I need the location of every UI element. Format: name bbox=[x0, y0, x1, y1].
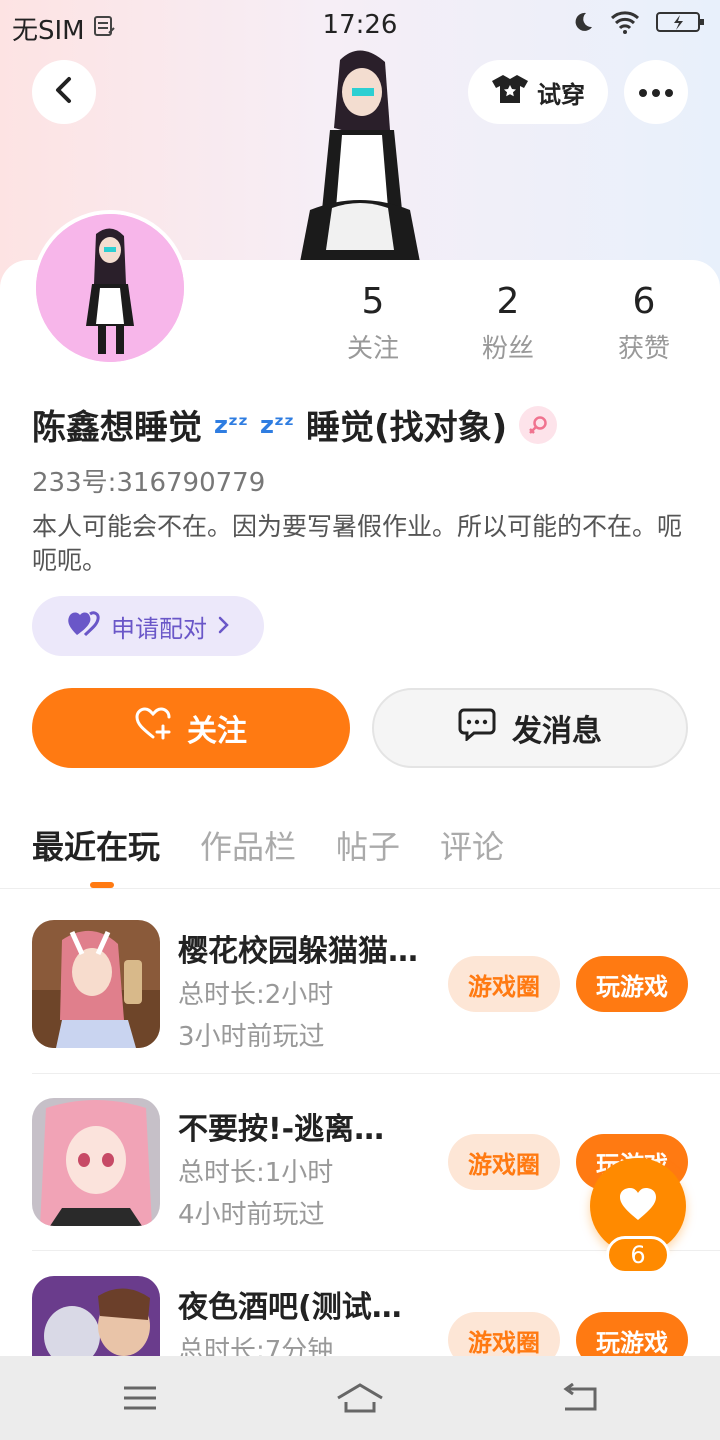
try-on-label: 试穿 bbox=[537, 80, 585, 109]
heart-icon bbox=[618, 1186, 658, 1226]
back-nav-icon[interactable] bbox=[560, 1380, 600, 1416]
apply-pairing-label: 申请配对 bbox=[111, 614, 207, 643]
heart-plus-icon bbox=[135, 707, 173, 749]
fans-count: 2 bbox=[496, 281, 520, 322]
game-name: 樱花校园躲猫猫… bbox=[178, 934, 418, 969]
wifi-icon bbox=[610, 10, 640, 41]
play-duration: 总时长:1小时 bbox=[178, 1158, 334, 1188]
likes-label: 获赞 bbox=[617, 334, 670, 364]
tabs-divider bbox=[0, 888, 720, 889]
following-label: 关注 bbox=[346, 334, 399, 364]
nickname-part-2: 睡觉(找对象) bbox=[306, 408, 508, 448]
sleep-emoji-2: zᶻᶻ bbox=[260, 410, 295, 439]
stat-likes[interactable]: 6 获赞 bbox=[589, 280, 699, 365]
game-name: 不要按!-逃离… bbox=[178, 1112, 385, 1147]
tab-recently-played[interactable]: 最近在玩 bbox=[32, 822, 160, 868]
game-thumbnail[interactable] bbox=[32, 920, 160, 1048]
back-button[interactable] bbox=[32, 60, 96, 124]
play-game-button[interactable]: 玩游戏 bbox=[576, 956, 688, 1012]
following-count: 5 bbox=[361, 281, 385, 322]
apply-pairing-button[interactable]: 申请配对 bbox=[32, 596, 264, 656]
send-message-label: 发消息 bbox=[512, 714, 602, 749]
stat-fans[interactable]: 2 粉丝 bbox=[453, 280, 563, 365]
menu-icon[interactable] bbox=[120, 1380, 160, 1416]
pair-heart-icon bbox=[67, 609, 101, 643]
user-id: 233号:316790779 bbox=[32, 462, 265, 499]
list-item[interactable]: 樱花校园躲猫猫… 总时长:2小时 3小时前玩过 游戏圈 玩游戏 bbox=[0, 920, 720, 1096]
user-id-label: 233号: bbox=[32, 468, 117, 498]
like-count-badge: 6 bbox=[606, 1236, 670, 1274]
game-thumbnail[interactable] bbox=[32, 1098, 160, 1226]
tab-comments[interactable]: 评论 bbox=[440, 822, 504, 868]
game-name: 夜色酒吧(测试… bbox=[178, 1290, 402, 1325]
row-divider bbox=[32, 1073, 720, 1074]
female-icon bbox=[519, 405, 558, 444]
likes-count: 6 bbox=[632, 281, 656, 322]
nickname-part-1: 陈鑫想睡觉 bbox=[32, 408, 202, 448]
tab-works[interactable]: 作品栏 bbox=[200, 822, 296, 868]
chevron-left-icon bbox=[52, 76, 76, 108]
stat-following[interactable]: 5 关注 bbox=[318, 280, 428, 365]
tab-posts[interactable]: 帖子 bbox=[336, 822, 400, 868]
avatar[interactable] bbox=[32, 210, 188, 366]
follow-label: 关注 bbox=[187, 714, 247, 749]
chat-bubble-icon bbox=[458, 707, 496, 749]
game-circle-button[interactable]: 游戏圈 bbox=[448, 1134, 560, 1190]
game-circle-button[interactable]: 游戏圈 bbox=[448, 956, 560, 1012]
system-nav-bar bbox=[0, 1356, 720, 1440]
profile-tabs: 最近在玩 作品栏 帖子 评论 bbox=[32, 822, 504, 868]
moon-icon bbox=[570, 10, 594, 41]
avatar-character-illustration bbox=[270, 40, 450, 262]
tshirt-icon bbox=[491, 73, 529, 111]
battery-charging-icon bbox=[656, 10, 706, 41]
more-button[interactable] bbox=[624, 60, 688, 124]
more-dots-icon bbox=[638, 83, 674, 102]
last-played: 4小时前玩过 bbox=[178, 1200, 325, 1230]
send-message-button[interactable]: 发消息 bbox=[372, 688, 688, 768]
fans-label: 粉丝 bbox=[481, 334, 534, 364]
chevron-right-icon bbox=[217, 612, 229, 640]
home-icon[interactable] bbox=[334, 1380, 386, 1416]
last-played: 3小时前玩过 bbox=[178, 1022, 325, 1052]
user-bio: 本人可能会不在。因为要写暑假作业。所以可能的不在。呃呃呃。 bbox=[32, 512, 683, 575]
play-duration: 总时长:2小时 bbox=[178, 980, 334, 1010]
user-nickname: 陈鑫想睡觉 zᶻᶻ zᶻᶻ 睡觉(找对象) bbox=[32, 400, 558, 449]
follow-button[interactable]: 关注 bbox=[32, 688, 350, 768]
user-id-value: 316790779 bbox=[116, 468, 266, 498]
try-on-button[interactable]: 试穿 bbox=[468, 60, 608, 124]
sleep-emoji-1: zᶻᶻ bbox=[214, 410, 249, 439]
